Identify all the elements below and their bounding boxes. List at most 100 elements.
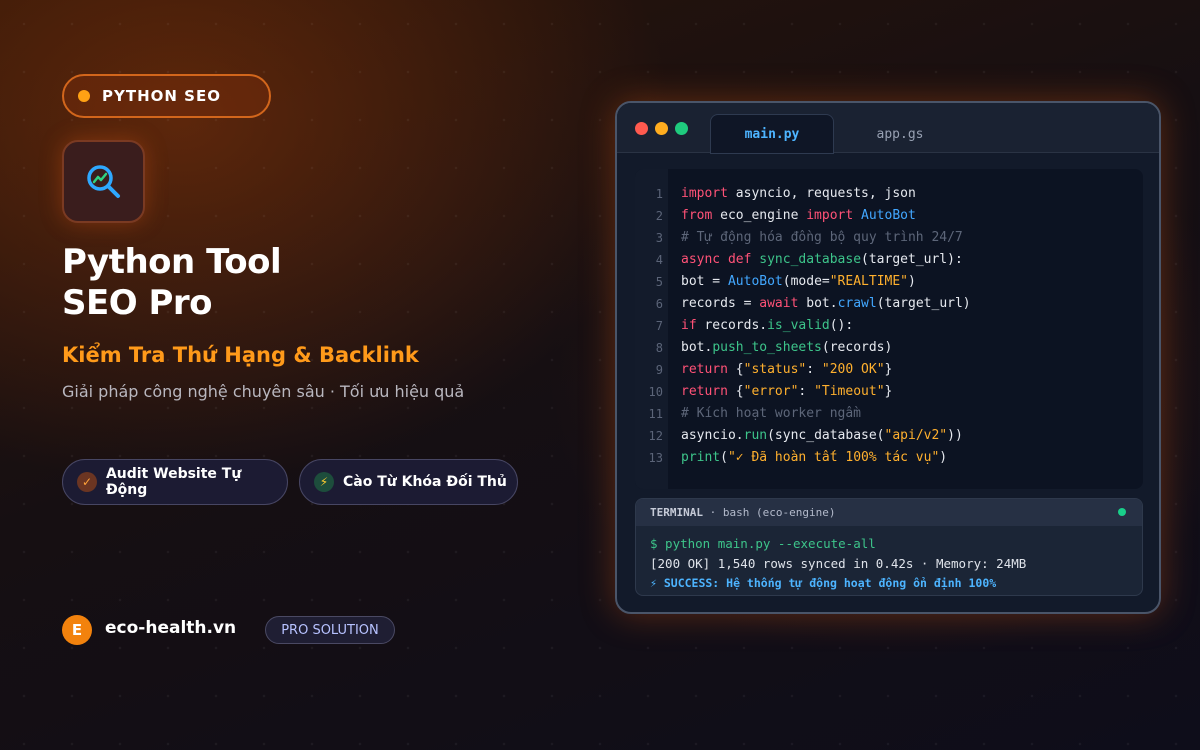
code-token: "200 OK" [821,362,885,377]
page-title: Python Tool SEO Pro [62,242,282,324]
code-token: (sync_database( [767,428,885,443]
code-token: # Tự động hóa đồng bộ quy trình 24/7 [681,230,963,245]
seo-logo [62,140,145,223]
code-line: 9 return {"status": "200 OK"} [635,359,1143,381]
code-text: import asyncio, requests, json [681,183,916,205]
code-token: "REALTIME" [829,274,909,289]
code-token: records. [696,318,768,333]
code-token: eco_engine [712,208,807,223]
tab-app-gs[interactable]: app.gs [855,114,945,154]
code-text: # Kích hoạt worker ngầm [681,403,861,425]
code-text: return {"error": "Timeout"} [681,381,892,403]
code-area[interactable]: 1 import asyncio, requests, json 2 from eco… [635,169,1143,489]
search-chart-icon [86,164,120,198]
code-line: 13 print("✓ Đã hoàn tất 100% tác vụ") [635,447,1143,469]
terminal-line: ⚡ SUCCESS: Hệ thống tự động hoạt động ổn… [650,576,997,590]
close-window-icon[interactable] [635,122,648,135]
code-token: if [681,318,697,333]
code-text: asyncio.run(sync_database("api/v2")) [681,425,963,447]
badge-dot-icon [78,90,90,102]
code-token: is_valid [767,318,830,333]
code-line: 12 asyncio.run(sync_database("api/v2")) [635,425,1143,447]
code-token: sync_database [759,252,862,267]
code-token: } [884,384,893,399]
minimize-window-icon[interactable] [655,122,668,135]
code-text: print("✓ Đã hoàn tất 100% tác vụ") [681,447,947,469]
code-token: import [681,186,728,201]
code-text: # Tự động hóa đồng bộ quy trình 24/7 [681,227,963,249]
code-line: 6 records = await bot.crawl(target_url) [635,293,1143,315]
code-line: 1 import asyncio, requests, json [635,183,1143,205]
line-number: 1 [655,187,663,201]
feature-label: Audit Website Tự Động [105,466,242,498]
code-text: if records.is_valid(): [681,315,853,337]
code-text: async def sync_database(target_url): [681,249,963,271]
code-token: run [743,428,768,443]
maximize-window-icon[interactable] [675,122,688,135]
code-token: { [727,384,744,399]
code-token: ( [720,450,728,465]
editor-titlebar: main.py app.gs [617,103,1159,154]
code-text: from eco_engine import AutoBot [681,205,916,227]
line-number: 2 [655,209,663,223]
subtitle: Kiểm Tra Thứ Hạng & Backlink [62,343,419,367]
code-line: 3 # Tự động hóa đồng bộ quy trình 24/7 [635,227,1143,249]
terminal-session: · bash (eco-engine) [709,506,836,519]
code-token: "status" [743,362,807,377]
terminal-line: $ python main.py --execute-all [650,536,876,551]
code-token: async def [681,252,752,267]
code-token: AutoBot [727,274,783,289]
code-token: return [681,362,728,377]
code-token: (mode= [782,274,830,289]
line-number: 8 [655,341,663,355]
brand-name[interactable]: eco-health.vn [105,618,236,638]
code-token: bot. [681,340,713,355]
code-token: from [681,208,713,223]
code-token: # Kích hoạt worker ngầm [681,406,862,421]
code-editor-window: main.py app.gs 1 import asyncio, requests… [615,101,1161,614]
tab-main-py[interactable]: main.py [710,114,834,154]
category-badge: PYTHON SEO [62,74,271,118]
code-token: (records) [821,340,893,355]
code-line: 5 bot = AutoBot(mode="REALTIME") [635,271,1143,293]
line-number: 10 [648,385,663,399]
code-token: AutoBot [861,208,916,223]
code-token: bot = [681,274,728,289]
code-token: asyncio. [681,428,744,443]
code-line: 7 if records.is_valid(): [635,315,1143,337]
code-token: records = [681,296,760,311]
line-number: 3 [655,231,663,245]
line-number: 5 [655,275,663,289]
terminal-header: TERMINAL · bash (eco-engine) [636,499,1142,526]
line-number: 7 [655,319,663,333]
code-token: { [727,362,744,377]
line-number: 11 [648,407,663,421]
code-token: "Timeout" [814,384,885,399]
code-text: bot = AutoBot(mode="REALTIME") [681,271,916,293]
code-token: } [884,362,893,377]
code-text: records = await bot.crawl(target_url) [681,293,971,315]
terminal-title: TERMINAL [650,506,703,519]
feature-label: Cào Từ Khóa Đối Thủ [343,474,507,490]
line-number: 4 [655,253,663,267]
code-line: 8 bot.push_to_sheets(records) [635,337,1143,359]
line-number: 12 [648,429,663,443]
line-number: 6 [655,297,663,311]
code-token: (target_url): [861,252,963,267]
code-token: : [798,384,815,399]
code-token: )) [947,428,963,443]
code-token: bot. [798,296,838,311]
code-token: "api/v2" [884,428,948,443]
line-number: 13 [648,451,663,465]
code-token: ) [939,450,948,465]
code-token: print [681,450,721,465]
feature-pill-keywords[interactable]: ⚡ Cào Từ Khóa Đối Thủ [299,459,518,505]
code-token: return [681,384,728,399]
code-token: "✓ Đã hoàn tất 100% tác vụ" [727,450,940,465]
code-line: 2 from eco_engine import AutoBot [635,205,1143,227]
code-text: bot.push_to_sheets(records) [681,337,892,359]
code-line: 10 return {"error": "Timeout"} [635,381,1143,403]
title-line-1: Python Tool [62,242,282,282]
feature-pill-audit[interactable]: ✓ Audit Website Tự Động [62,459,288,505]
